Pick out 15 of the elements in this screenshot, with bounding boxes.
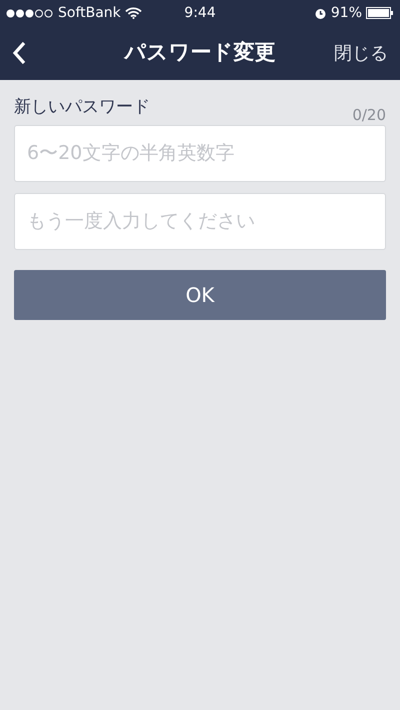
carrier-name: SoftBank xyxy=(58,4,121,22)
field-label: 新しいパスワード xyxy=(14,96,150,119)
screen-title: パスワード変更 xyxy=(124,39,276,66)
wifi-icon xyxy=(124,7,142,19)
back-icon xyxy=(12,41,28,66)
alarm-icon xyxy=(314,6,327,20)
signal-icon xyxy=(6,8,54,18)
character-counter: 0/20 xyxy=(352,105,386,126)
password-field[interactable]: もう一度入力してください xyxy=(14,192,386,250)
back-button[interactable] xyxy=(12,40,28,66)
battery-percentage: 91% xyxy=(330,4,362,22)
battery-icon xyxy=(366,7,394,19)
password-field[interactable]: 6〜20文字の半角英数字 xyxy=(14,124,386,182)
clock-time: 9:44 xyxy=(184,4,216,22)
close-button[interactable]: 閉じる xyxy=(334,40,388,66)
